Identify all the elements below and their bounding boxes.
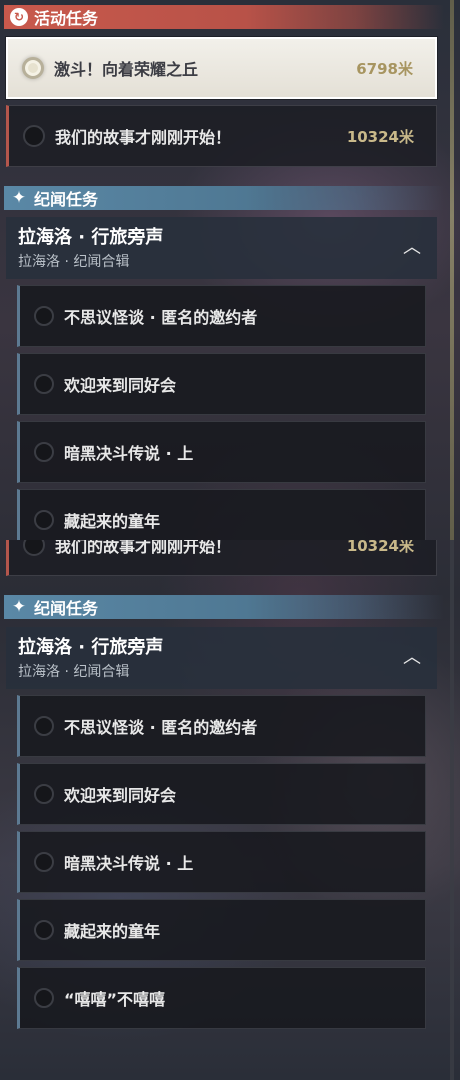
quest-group-header[interactable]: 拉海洛 · 行旅旁声 拉海洛 · 纪闻合辑 ︿ bbox=[6, 627, 437, 689]
quest-distance: 10324米 bbox=[346, 127, 414, 146]
chevron-up-icon[interactable]: ︿ bbox=[403, 649, 421, 667]
chronicle-quests-header: ✦ 纪闻任务 bbox=[4, 186, 444, 210]
quest-title: 激斗！向着荣耀之丘 bbox=[54, 60, 199, 79]
sparkle-icon: ✦ bbox=[11, 597, 27, 617]
track-indicator-icon bbox=[34, 852, 54, 872]
event-quests-header: ↻ 活动任务 bbox=[4, 5, 444, 29]
group-subtitle: 拉海洛 · 纪闻合辑 bbox=[18, 664, 130, 680]
track-indicator-icon bbox=[34, 510, 54, 530]
section-label: 活动任务 bbox=[34, 9, 99, 28]
track-indicator-icon bbox=[34, 716, 54, 736]
quest-title: “嘻嘻”不嘻嘻 bbox=[64, 990, 166, 1009]
quest-title: 不思议怪谈 · 匿名的邀约者 bbox=[64, 718, 258, 737]
quest-title: 不思议怪谈 · 匿名的邀约者 bbox=[64, 308, 258, 327]
quest-panel-top: ↻ 活动任务 激斗！向着荣耀之丘 6798米 我们的故事才刚刚开始！ 10324… bbox=[0, 0, 460, 540]
quest-title: 我们的故事才刚刚开始！ bbox=[55, 540, 232, 556]
quest-item[interactable]: 我们的故事才刚刚开始！ 10324米 bbox=[6, 540, 437, 576]
quest-group-header[interactable]: 拉海洛 · 行旅旁声 拉海洛 · 纪闻合辑 ︿ bbox=[6, 217, 437, 279]
sub-quest-item[interactable]: 暗黑决斗传说 · 上 bbox=[17, 421, 426, 483]
sub-quest-item[interactable]: 不思议怪谈 · 匿名的邀约者 bbox=[17, 695, 426, 757]
sub-quest-item[interactable]: 欢迎来到同好会 bbox=[17, 763, 426, 825]
section-label: 纪闻任务 bbox=[34, 599, 99, 618]
quest-title: 欢迎来到同好会 bbox=[64, 786, 177, 805]
quest-distance: 10324米 bbox=[346, 540, 414, 555]
quest-item[interactable]: 我们的故事才刚刚开始！ 10324米 bbox=[6, 105, 437, 167]
track-indicator-icon bbox=[34, 442, 54, 462]
sub-quest-item[interactable]: 不思议怪谈 · 匿名的邀约者 bbox=[17, 285, 426, 347]
track-indicator-icon bbox=[34, 784, 54, 804]
quest-title: 暗黑决斗传说 · 上 bbox=[64, 444, 194, 463]
sub-quest-item[interactable]: 藏起来的童年 bbox=[17, 899, 426, 961]
track-indicator-icon bbox=[23, 540, 45, 556]
sub-quest-item[interactable]: 藏起来的童年 bbox=[17, 489, 426, 540]
chronicle-quests-header: ✦ 纪闻任务 bbox=[4, 595, 444, 619]
sub-quest-item[interactable]: 暗黑决斗传说 · 上 bbox=[17, 831, 426, 893]
group-title: 拉海洛 · 行旅旁声 bbox=[18, 227, 164, 248]
scrollbar[interactable] bbox=[450, 540, 454, 1080]
group-title: 拉海洛 · 行旅旁声 bbox=[18, 637, 164, 658]
track-indicator-icon bbox=[34, 988, 54, 1008]
quest-panel-bottom: 我们的故事才刚刚开始！ 10324米 ✦ 纪闻任务 拉海洛 · 行旅旁声 拉海洛… bbox=[0, 540, 460, 1080]
scrollbar[interactable] bbox=[450, 0, 454, 540]
track-indicator-icon bbox=[23, 125, 45, 147]
sub-quest-item[interactable]: “嘻嘻”不嘻嘻 bbox=[17, 967, 426, 1029]
track-indicator-icon bbox=[34, 374, 54, 394]
quest-title: 欢迎来到同好会 bbox=[64, 376, 177, 395]
quest-title: 藏起来的童年 bbox=[64, 922, 161, 941]
quest-title: 藏起来的童年 bbox=[64, 512, 161, 531]
track-indicator-icon bbox=[22, 57, 44, 79]
chevron-up-icon[interactable]: ︿ bbox=[403, 239, 421, 257]
cycle-icon: ↻ bbox=[10, 8, 28, 26]
quest-item-tracked[interactable]: 激斗！向着荣耀之丘 6798米 bbox=[6, 37, 437, 99]
quest-title: 暗黑决斗传说 · 上 bbox=[64, 854, 194, 873]
track-indicator-icon bbox=[34, 306, 54, 326]
sparkle-icon: ✦ bbox=[11, 188, 27, 208]
quest-title: 我们的故事才刚刚开始！ bbox=[55, 128, 232, 147]
group-subtitle: 拉海洛 · 纪闻合辑 bbox=[18, 254, 130, 270]
quest-distance: 6798米 bbox=[356, 59, 413, 78]
sub-quest-item[interactable]: 欢迎来到同好会 bbox=[17, 353, 426, 415]
track-indicator-icon bbox=[34, 920, 54, 940]
section-label: 纪闻任务 bbox=[34, 190, 99, 209]
